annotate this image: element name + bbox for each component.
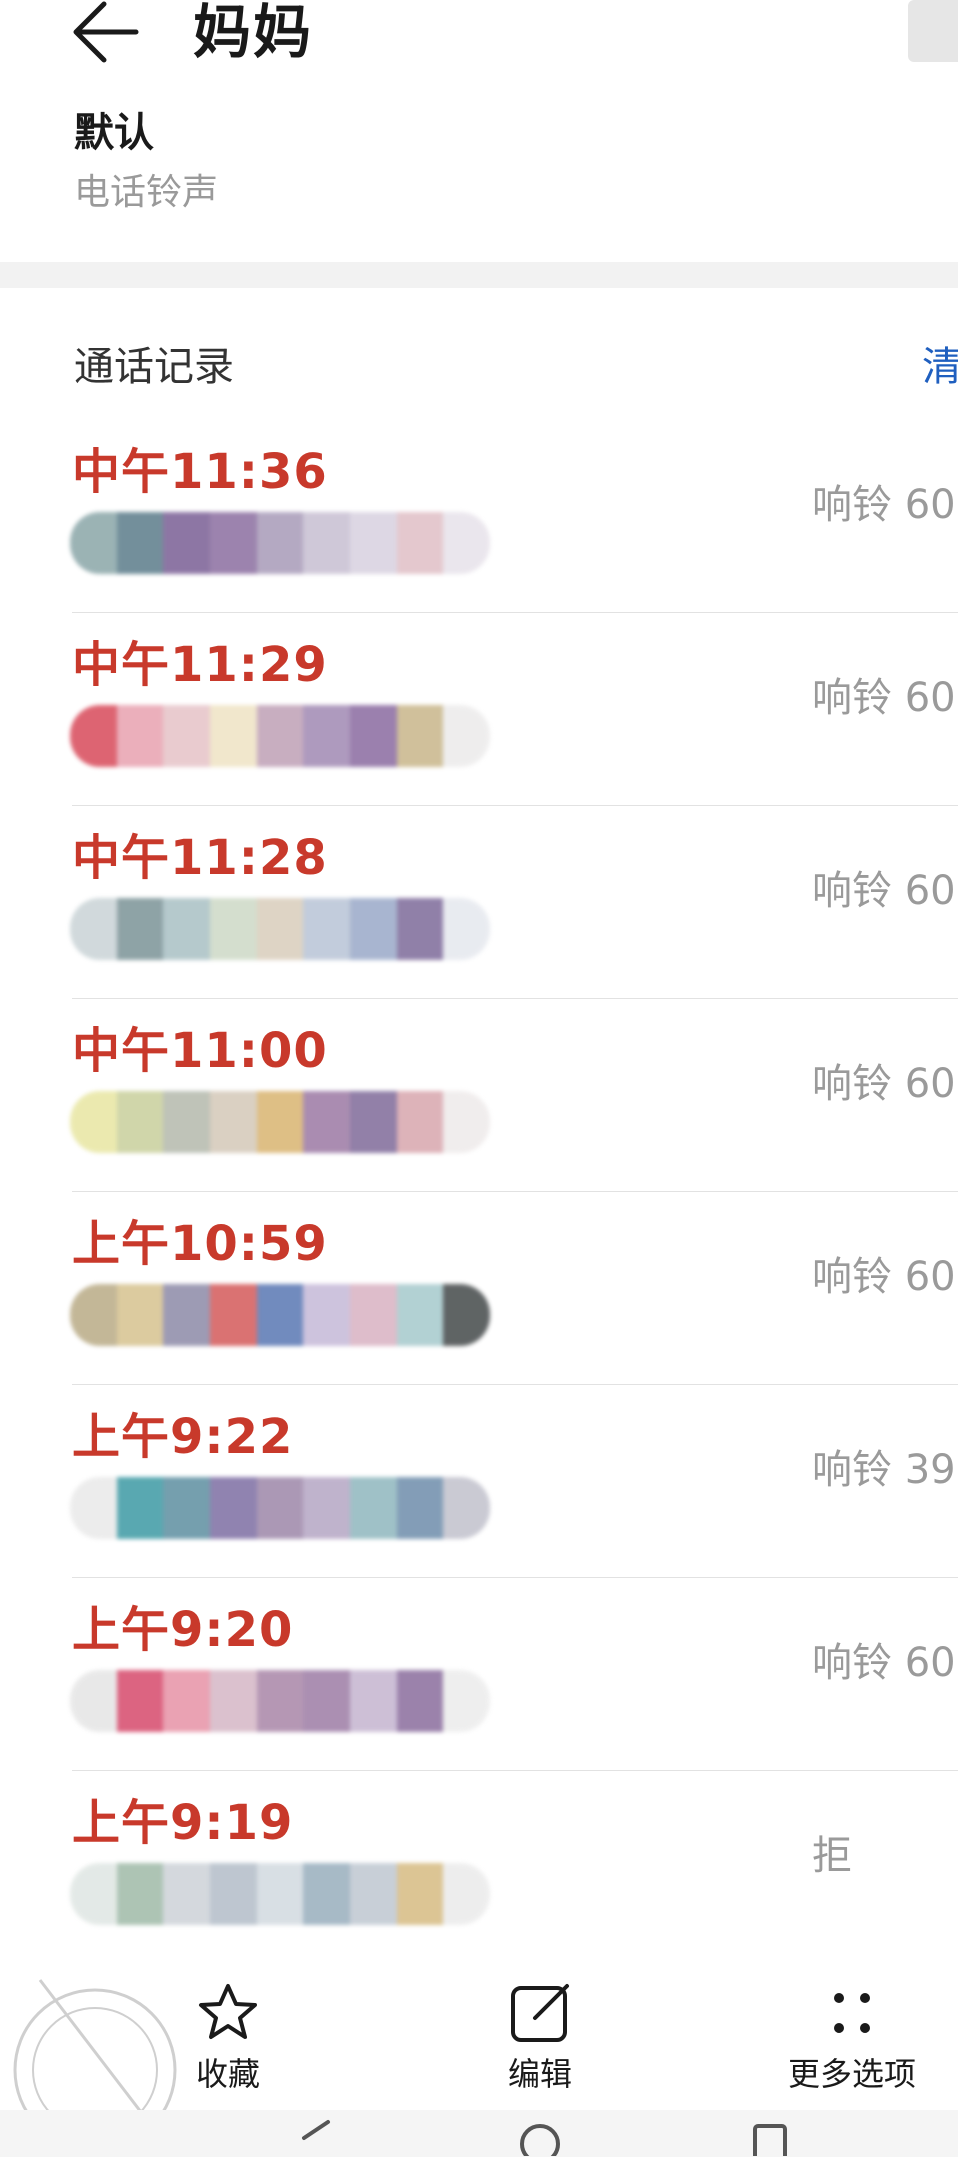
section-separator — [0, 262, 958, 288]
call-time: 上午9:22 — [72, 1409, 294, 1465]
more-dots-icon — [834, 1993, 870, 2033]
call-status: 响铃 60 — [812, 868, 956, 914]
call-log-row[interactable]: 上午9:20 响铃 60 — [0, 1578, 958, 1771]
call-log-row[interactable]: 中午11:28 响铃 60 — [0, 806, 958, 999]
edit-button[interactable]: 编辑 — [440, 1978, 640, 2094]
header-action-button[interactable] — [908, 0, 958, 62]
call-log-list: 中午11:36 响铃 60 中午11:29 响铃 60 中午11:28 响铃 6… — [0, 420, 958, 1964]
call-time: 中午11:36 — [72, 444, 328, 500]
ringtone-label: 电话铃声 — [74, 172, 219, 213]
call-log-row[interactable]: 中午11:36 响铃 60 — [0, 420, 958, 613]
call-status: 响铃 39 — [812, 1447, 956, 1493]
call-status: 响铃 60 — [812, 1254, 956, 1300]
call-time: 上午9:20 — [72, 1602, 294, 1658]
edit-icon — [511, 1984, 569, 2042]
redacted-number — [70, 1477, 490, 1539]
call-log-row[interactable]: 中午11:29 响铃 60 — [0, 613, 958, 806]
app-header: 妈妈 — [0, 0, 958, 90]
call-log-title: 通话记录 — [74, 344, 234, 390]
call-log-row[interactable]: 上午10:59 响铃 60 — [0, 1192, 958, 1385]
redacted-number — [70, 1284, 490, 1346]
call-time: 中午11:28 — [72, 830, 328, 886]
back-button[interactable] — [70, 0, 150, 70]
call-log-row[interactable]: 上午9:19 拒 — [0, 1771, 958, 1964]
call-status: 响铃 60 — [812, 1061, 956, 1107]
clear-call-log-button[interactable]: 清 — [922, 342, 958, 392]
more-options-button[interactable]: 更多选项 — [752, 1978, 952, 2094]
more-options-label: 更多选项 — [787, 2055, 916, 2093]
call-status: 响铃 60 — [812, 675, 956, 721]
call-time: 上午9:19 — [72, 1795, 294, 1851]
call-status: 拒 — [812, 1833, 852, 1879]
edit-label: 编辑 — [507, 2055, 572, 2093]
star-icon — [199, 1984, 257, 2039]
system-navigation-bar — [0, 2110, 958, 2157]
redacted-number — [70, 705, 490, 767]
contact-name: 妈妈 — [193, 0, 314, 66]
call-time: 上午10:59 — [72, 1216, 328, 1272]
call-time: 中午11:29 — [72, 637, 328, 693]
call-log-row[interactable]: 中午11:00 响铃 60 — [0, 999, 958, 1192]
redacted-number — [70, 898, 490, 960]
nav-back-icon[interactable] — [290, 2116, 340, 2156]
ringtone-value: 默认 — [74, 110, 154, 156]
redacted-number — [70, 1091, 490, 1153]
call-status: 响铃 60 — [812, 482, 956, 528]
back-arrow-icon — [73, 1, 139, 63]
ringtone-setting[interactable]: 默认 电话铃声 — [74, 108, 218, 218]
nav-recents-icon[interactable] — [745, 2116, 795, 2156]
nav-home-icon[interactable] — [515, 2116, 565, 2156]
redacted-number — [70, 1863, 490, 1925]
redacted-number — [70, 512, 490, 574]
call-status: 响铃 60 — [812, 1640, 956, 1686]
call-log-row[interactable]: 上午9:22 响铃 39 — [0, 1385, 958, 1578]
redacted-number — [70, 1670, 490, 1732]
call-time: 中午11:00 — [72, 1023, 328, 1079]
